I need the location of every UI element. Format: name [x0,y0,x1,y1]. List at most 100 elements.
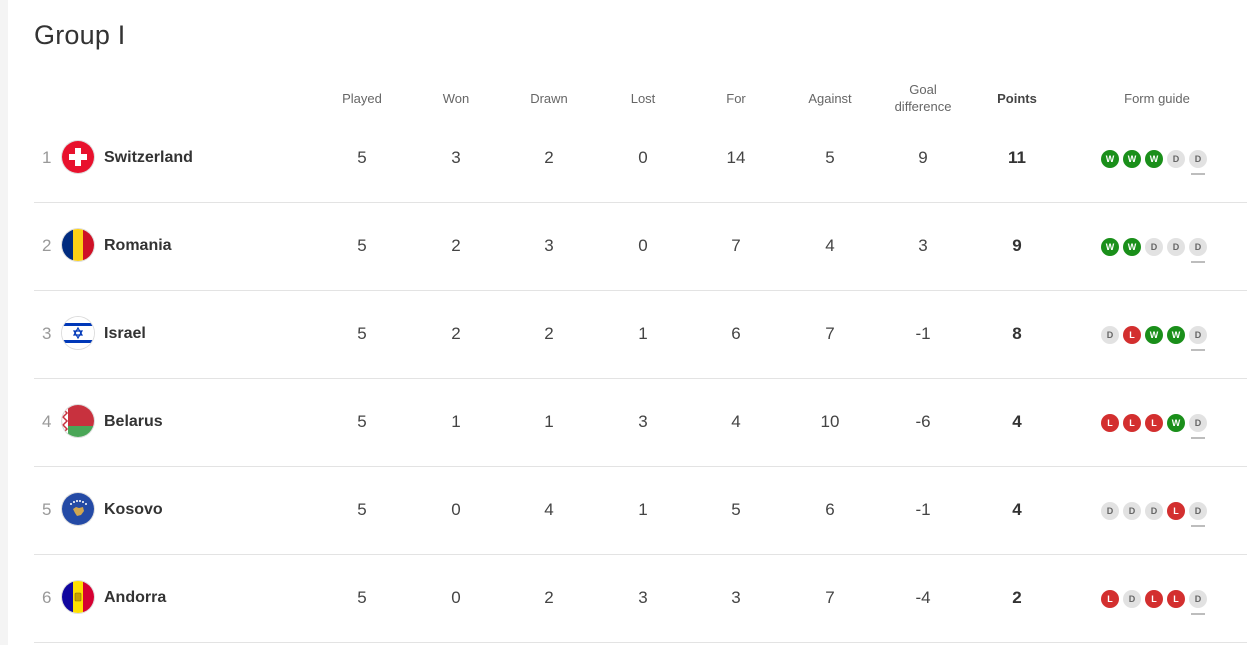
cell-played: 5 [357,412,367,431]
form-badge: L [1101,590,1119,608]
cell-for: 3 [731,588,741,607]
cell-lost: 3 [638,412,648,431]
header-for: For [726,91,746,106]
cell-against: 7 [825,324,835,343]
kosovo-flag-icon [62,493,94,525]
header-drawn: Drawn [530,91,568,106]
cell-against: 5 [825,148,835,167]
cell-won: 2 [451,236,461,255]
cell-played: 5 [357,500,367,519]
form-badge[interactable]: D [1189,502,1207,527]
form-badge: L [1167,590,1185,608]
cell-points: 4 [1012,500,1022,519]
cell-drawn: 3 [544,236,554,255]
form-guide: WWWDD [1101,150,1207,175]
position-number: 6 [42,588,52,607]
form-guide: LDLLD [1101,590,1207,615]
cell-points: 8 [1012,324,1022,343]
form-badge: W [1145,326,1163,344]
header-goal-difference-line2: difference [894,99,952,114]
cell-won: 3 [451,148,461,167]
form-badge[interactable]: D [1189,150,1207,175]
table-row[interactable]: 1 Switzerland 5 3 2 0 14 5 9 11 W W W D D [34,114,1247,203]
cell-against: 7 [825,588,835,607]
position-number: 2 [42,236,52,255]
form-badge: L [1167,502,1185,520]
cell-won: 1 [451,412,461,431]
table-row[interactable]: 4 Belarus 5 1 1 3 4 10 -6 4 L L L W D [34,378,1247,467]
form-badge: L [1145,414,1163,432]
team-name[interactable]: Switzerland [104,114,193,202]
form-badge[interactable]: D [1189,590,1207,615]
position-number: 3 [42,324,52,343]
table-row[interactable]: 5 Kosovo 5 0 4 1 5 6 -1 4 D D D L D [34,466,1247,555]
table-row[interactable]: 6 Andorra 5 0 2 3 3 7 -4 2 L D L L D [34,554,1247,643]
form-badge: W [1101,238,1119,256]
header-played: Played [342,91,382,106]
form-badge: L [1123,326,1141,344]
cell-gd: -4 [915,588,931,607]
header-lost: Lost [630,91,656,106]
form-badge: L [1101,414,1119,432]
form-badge: W [1101,150,1119,168]
team-name[interactable]: Andorra [104,554,166,642]
form-badge: D [1101,326,1119,344]
form-badge: D [1167,150,1185,168]
israel-flag-icon [62,317,94,349]
header-won: Won [442,91,470,106]
cell-won: 0 [451,500,461,519]
table-row[interactable]: 2 Romania 5 2 3 0 7 4 3 9 W W D D D [34,202,1247,291]
team-name[interactable]: Kosovo [104,466,163,554]
header-goal-difference: Goal difference [895,81,952,115]
form-guide: DLWWD [1101,326,1207,351]
cell-lost: 1 [638,324,648,343]
form-guide: WWDDD [1101,238,1207,263]
form-badge[interactable]: D [1189,414,1207,439]
cell-for: 7 [731,236,741,255]
cell-lost: 0 [638,236,648,255]
cell-gd: 9 [918,148,928,167]
cell-points: 2 [1012,588,1022,607]
team-name[interactable]: Israel [104,290,146,378]
cell-for: 6 [731,324,741,343]
form-badge: W [1123,150,1141,168]
cell-played: 5 [357,324,367,343]
form-badge: D [1145,502,1163,520]
cell-played: 5 [357,588,367,607]
romania-flag-icon [62,229,94,261]
cell-gd: -6 [915,412,931,431]
cell-drawn: 2 [544,324,554,343]
cell-for: 4 [731,412,741,431]
cell-drawn: 4 [544,500,554,519]
form-badge[interactable]: D [1189,238,1207,263]
cell-lost: 1 [638,500,648,519]
form-badge: W [1167,414,1185,432]
position-number: 1 [42,148,52,167]
form-badge[interactable]: D [1189,326,1207,351]
form-badge: W [1123,238,1141,256]
cell-gd: 3 [918,236,928,255]
position-number: 4 [42,412,52,431]
cell-played: 5 [357,148,367,167]
team-name[interactable]: Romania [104,202,172,290]
cell-played: 5 [357,236,367,255]
table-row[interactable]: 3 Israel 5 2 2 1 6 7 -1 8 D L W W D [34,290,1247,379]
header-points: Points [997,91,1037,106]
form-guide: LLLWD [1101,414,1207,439]
form-badge: D [1167,238,1185,256]
cell-points: 11 [1008,148,1026,167]
team-name[interactable]: Belarus [104,378,163,466]
belarus-flag-icon [62,405,94,437]
form-guide: DDDLD [1101,502,1207,527]
switzerland-flag-icon [62,141,94,173]
form-badge: L [1145,590,1163,608]
cell-against: 10 [820,412,840,431]
cell-against: 6 [825,500,835,519]
cell-points: 9 [1012,236,1022,255]
cell-for: 5 [731,500,741,519]
form-badge: D [1145,238,1163,256]
cell-lost: 0 [638,148,648,167]
form-badge: W [1145,150,1163,168]
position-number: 5 [42,500,52,519]
form-badge: D [1123,502,1141,520]
